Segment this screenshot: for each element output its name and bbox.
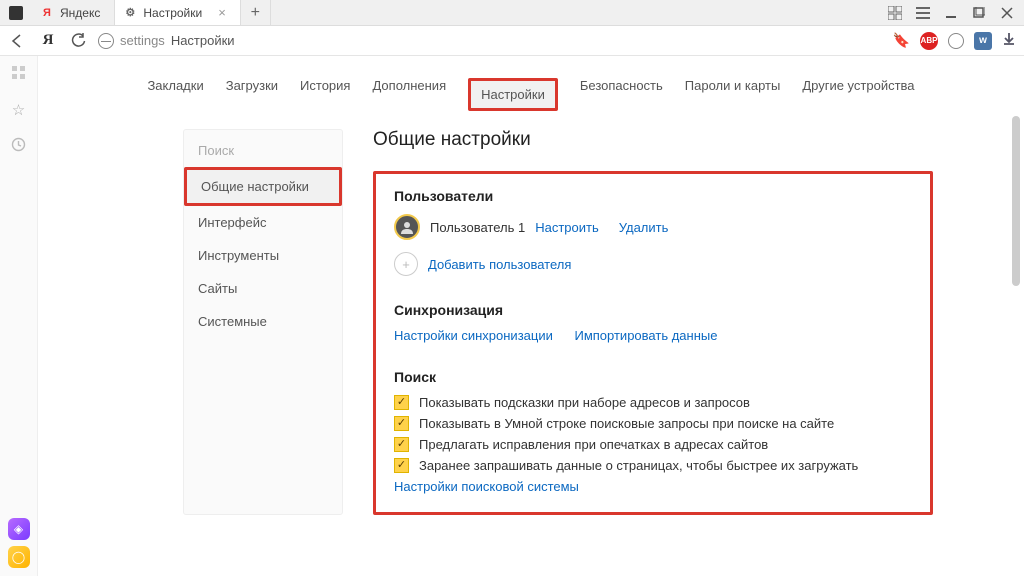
checkbox-checked-icon[interactable]: ✓ xyxy=(394,395,409,410)
highlighted-panel: Пользователи Пользователь 1 Настроить Уд… xyxy=(373,171,933,515)
star-icon[interactable]: ☆ xyxy=(12,101,25,119)
add-user-link[interactable]: Добавить пользователя xyxy=(428,257,571,272)
settings-content: Закладки Загрузки История Дополнения Нас… xyxy=(38,56,1024,576)
scrollbar-thumb[interactable] xyxy=(1012,116,1020,286)
sidebar-item-sites[interactable]: Сайты xyxy=(184,272,342,305)
downloads-icon[interactable] xyxy=(1002,32,1016,49)
left-rail: ☆ ◈ ◯ xyxy=(0,56,38,576)
user-name: Пользователь 1 xyxy=(430,220,525,235)
browser-tab-settings[interactable]: ⚙ Настройки × xyxy=(115,0,240,25)
checkbox-checked-icon[interactable]: ✓ xyxy=(394,437,409,452)
topnav-downloads[interactable]: Загрузки xyxy=(226,78,278,111)
tab-label: Яндекс xyxy=(60,6,100,20)
section-title-users: Пользователи xyxy=(394,188,912,204)
sidebar-item-interface[interactable]: Интерфейс xyxy=(184,206,342,239)
sync-settings-link[interactable]: Настройки синхронизации xyxy=(394,328,553,343)
maximize-icon[interactable] xyxy=(972,6,986,20)
menu-icon[interactable] xyxy=(916,6,930,20)
topnav-bookmarks[interactable]: Закладки xyxy=(147,78,203,111)
topnav-history[interactable]: История xyxy=(300,78,350,111)
sidebar-item-general[interactable]: Общие настройки xyxy=(187,170,339,203)
checkbox-checked-icon[interactable]: ✓ xyxy=(394,458,409,473)
search-opt-2: Предлагать исправления при опечатках в а… xyxy=(419,437,768,452)
window-controls xyxy=(878,0,1024,25)
sidebar-item-tools[interactable]: Инструменты xyxy=(184,239,342,272)
favicon-yandex: Я xyxy=(40,6,54,20)
bookmark-icon[interactable]: 🔖 xyxy=(893,32,910,49)
scrollbar-track[interactable] xyxy=(1010,56,1022,576)
section-sync: Синхронизация Настройки синхронизации Им… xyxy=(394,302,912,343)
app-icon xyxy=(0,0,32,25)
adblock-icon[interactable]: ABP xyxy=(920,32,938,50)
sidebar-app-1[interactable]: ◈ xyxy=(8,518,30,540)
globe-icon xyxy=(98,33,114,49)
url-path: Настройки xyxy=(171,33,235,48)
sidebar-app-alice[interactable]: ◯ xyxy=(8,546,30,568)
panels-icon[interactable] xyxy=(888,6,902,20)
topnav-addons[interactable]: Дополнения xyxy=(372,78,446,111)
checkbox-checked-icon[interactable]: ✓ xyxy=(394,416,409,431)
extension-globe-icon[interactable] xyxy=(948,33,964,49)
reload-button[interactable] xyxy=(68,33,88,48)
close-window-icon[interactable] xyxy=(1000,6,1014,20)
section-search: Поиск ✓ Показывать подсказки при наборе а… xyxy=(394,369,912,494)
new-tab-button[interactable]: + xyxy=(241,0,271,25)
url-scheme: settings xyxy=(120,33,165,48)
sync-import-link[interactable]: Импортировать данные xyxy=(574,328,717,343)
minimize-icon[interactable] xyxy=(944,6,958,20)
topnav-security[interactable]: Безопасность xyxy=(580,78,663,111)
topnav-devices[interactable]: Другие устройства xyxy=(802,78,914,111)
window-titlebar: Я Яндекс ⚙ Настройки × + xyxy=(0,0,1024,26)
search-opt-3: Заранее запрашивать данные о страницах, … xyxy=(419,458,858,473)
tab-label: Настройки xyxy=(143,6,202,20)
history-icon[interactable] xyxy=(11,137,26,155)
yandex-home-icon[interactable]: Я xyxy=(38,32,58,49)
settings-panel: Общие настройки Пользователи Пользовател… xyxy=(373,129,933,515)
add-user-icon[interactable]: + xyxy=(394,252,418,276)
search-engine-link[interactable]: Настройки поисковой системы xyxy=(394,479,579,494)
grid-icon[interactable] xyxy=(12,66,26,83)
topnav-settings[interactable]: Настройки xyxy=(468,78,558,111)
sidebar-item-search[interactable]: Поиск xyxy=(184,134,342,167)
page-title: Общие настройки xyxy=(373,129,933,151)
back-button[interactable] xyxy=(8,34,28,48)
search-opt-1: Показывать в Умной строке поисковые запр… xyxy=(419,416,834,431)
settings-sidebar: Поиск Общие настройки Интерфейс Инструме… xyxy=(183,129,343,515)
browser-tab-yandex[interactable]: Я Яндекс xyxy=(32,0,115,25)
section-title-search: Поиск xyxy=(394,369,912,385)
gear-icon: ⚙ xyxy=(123,6,137,20)
address-bar: Я settings Настройки 🔖 ABP w xyxy=(0,26,1024,56)
section-users: Пользователи Пользователь 1 Настроить Уд… xyxy=(394,188,912,276)
search-opt-0: Показывать подсказки при наборе адресов … xyxy=(419,395,750,410)
vk-icon[interactable]: w xyxy=(974,32,992,50)
section-title-sync: Синхронизация xyxy=(394,302,912,318)
user-delete-link[interactable]: Удалить xyxy=(619,220,669,235)
settings-topnav: Закладки Загрузки История Дополнения Нас… xyxy=(38,66,1024,129)
avatar xyxy=(394,214,420,240)
topnav-passwords[interactable]: Пароли и карты xyxy=(685,78,781,111)
close-tab-icon[interactable]: × xyxy=(218,5,226,20)
url-field[interactable]: settings Настройки xyxy=(98,33,883,49)
sidebar-item-system[interactable]: Системные xyxy=(184,305,342,338)
user-configure-link[interactable]: Настроить xyxy=(535,220,599,235)
